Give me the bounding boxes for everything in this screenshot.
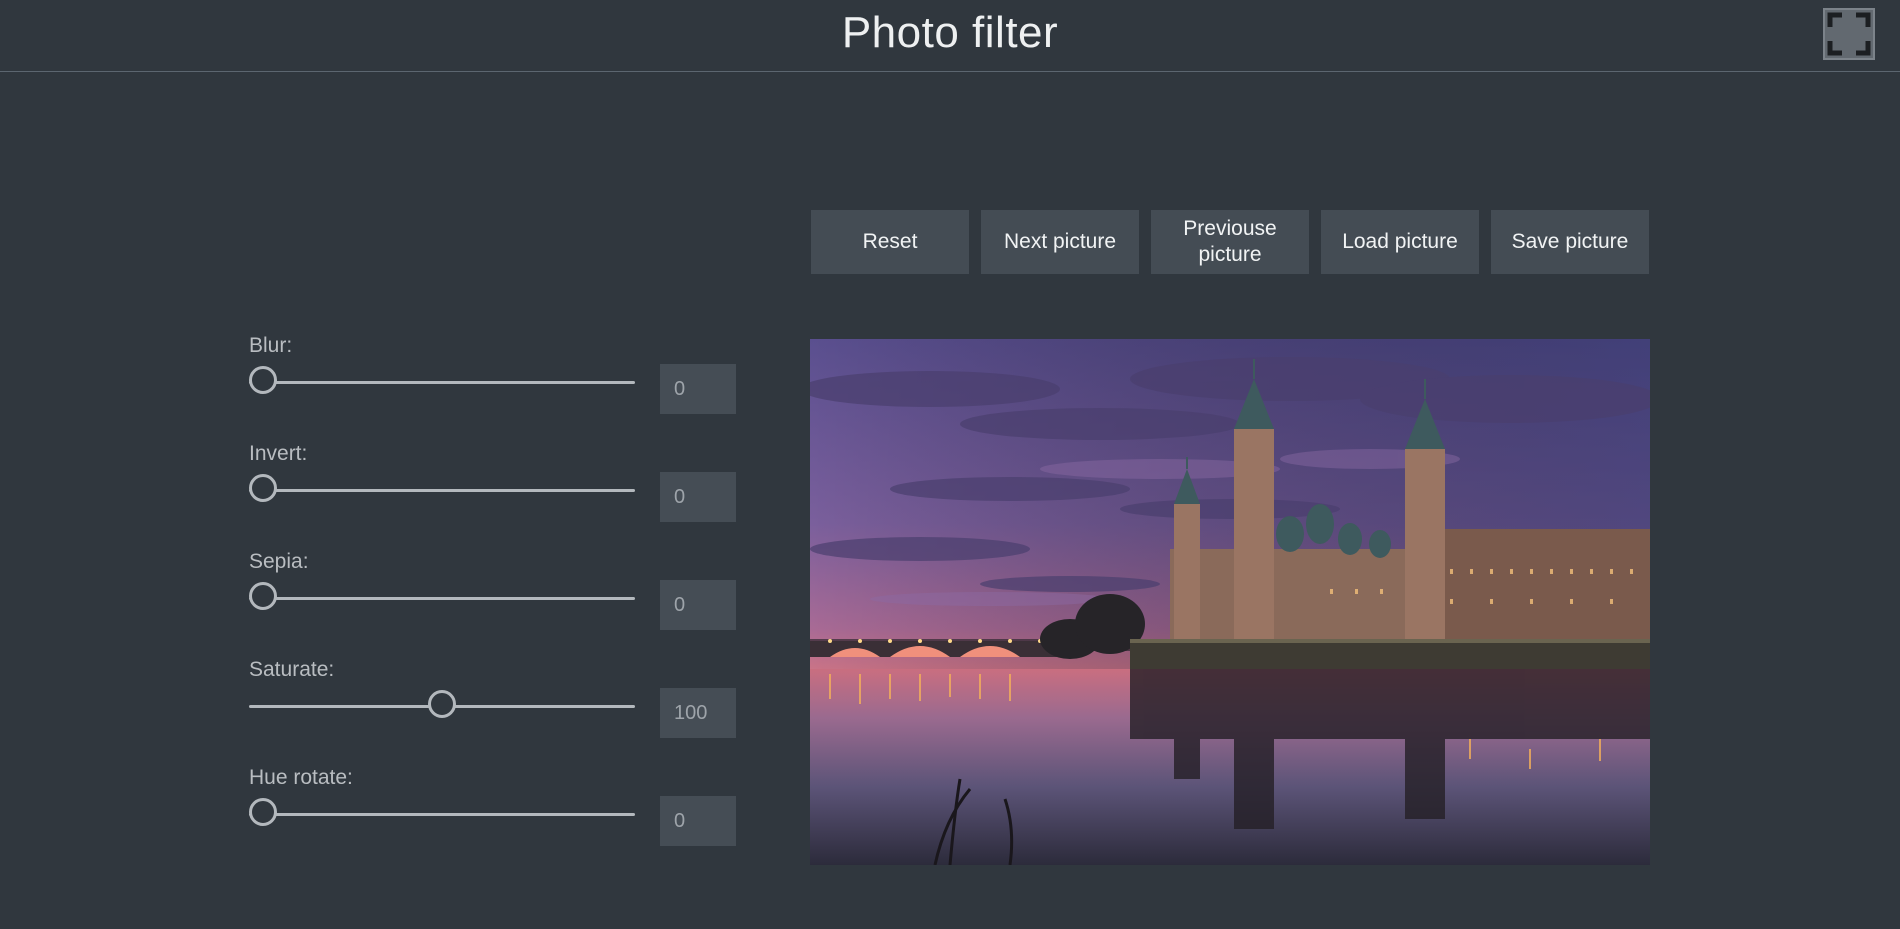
filter-blur: Blur: 0 <box>249 334 739 442</box>
blur-value-input[interactable]: 0 <box>660 364 736 414</box>
filter-invert: Invert: 0 <box>249 442 739 550</box>
load-picture-button[interactable]: Load picture <box>1321 210 1479 274</box>
invert-value-input[interactable]: 0 <box>660 472 736 522</box>
filter-label: Sepia: <box>249 550 309 573</box>
saturate-slider[interactable] <box>249 688 635 724</box>
hue-rotate-value-input[interactable]: 0 <box>660 796 736 846</box>
reset-button[interactable]: Reset <box>811 210 969 274</box>
sepia-value-input[interactable]: 0 <box>660 580 736 630</box>
filter-hue-rotate: Hue rotate: 0 <box>249 766 739 874</box>
slider-thumb[interactable] <box>249 366 277 394</box>
slider-thumb[interactable] <box>249 582 277 610</box>
blur-slider[interactable] <box>249 364 635 400</box>
filter-label: Invert: <box>249 442 308 465</box>
next-picture-button[interactable]: Next picture <box>981 210 1139 274</box>
filter-controls: Blur: 0 Invert: 0 Sepia: 0 Saturate: 100… <box>249 334 739 874</box>
slider-thumb[interactable] <box>249 474 277 502</box>
slider-track <box>249 381 635 384</box>
filter-label: Saturate: <box>249 658 335 681</box>
filter-sepia: Sepia: 0 <box>249 550 739 658</box>
previous-picture-button[interactable]: Previouse picture <box>1151 210 1309 274</box>
slider-track <box>249 597 635 600</box>
cathedral-sunset-image <box>810 339 1650 865</box>
toolbar: Reset Next picture Previouse picture Loa… <box>811 210 1649 274</box>
header: Photo filter <box>0 0 1900 72</box>
invert-slider[interactable] <box>249 472 635 508</box>
sepia-slider[interactable] <box>249 580 635 616</box>
fullscreen-button[interactable] <box>1823 8 1875 60</box>
filter-saturate: Saturate: 100 <box>249 658 739 766</box>
slider-thumb[interactable] <box>428 690 456 718</box>
hue-rotate-slider[interactable] <box>249 796 635 832</box>
slider-track <box>249 489 635 492</box>
filter-label: Hue rotate: <box>249 766 353 789</box>
save-picture-button[interactable]: Save picture <box>1491 210 1649 274</box>
slider-thumb[interactable] <box>249 798 277 826</box>
fullscreen-icon <box>1827 12 1871 56</box>
saturate-value-input[interactable]: 100 <box>660 688 736 738</box>
slider-track <box>249 813 635 816</box>
photo-preview <box>810 339 1650 865</box>
filter-label: Blur: <box>249 334 293 357</box>
page-title: Photo filter <box>841 8 1059 57</box>
